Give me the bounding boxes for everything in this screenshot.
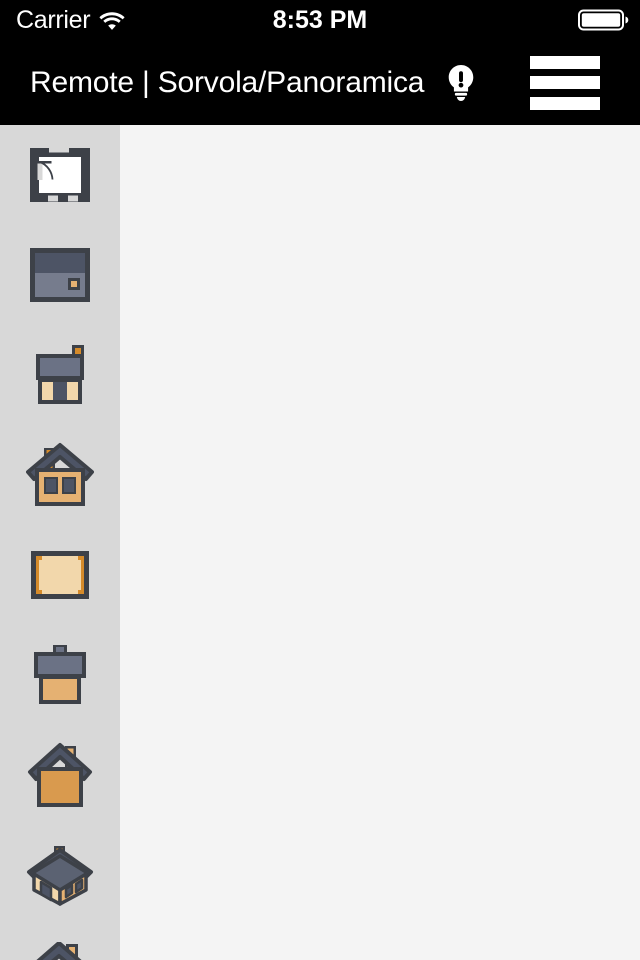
main-content-panel[interactable] (120, 125, 640, 960)
sidebar-item-flat-roof-building[interactable] (0, 625, 120, 725)
sidebar-item-house-pitched-roof[interactable] (0, 425, 120, 525)
floor-plan-icon (30, 146, 90, 202)
hamburger-menu-icon[interactable] (530, 55, 600, 110)
sidebar-item-list (0, 125, 120, 960)
building-top-view-icon (30, 248, 90, 302)
battery-full-icon (578, 8, 630, 32)
tall-house-icon (28, 743, 92, 807)
light-bulb-exclamation-icon[interactable] (437, 57, 485, 109)
status-bar-right (578, 8, 630, 32)
sidebar-item-floor-plan[interactable] (0, 125, 120, 225)
hamburger-bar-1 (530, 55, 600, 69)
page-title: Remote | Sorvola/Panoramica (30, 65, 425, 99)
nav-bar: Remote | Sorvola/Panoramica (0, 40, 640, 125)
icon-sidebar[interactable] (0, 125, 120, 960)
status-bar-time: 8:53 PM (272, 5, 368, 34)
hamburger-bar-2 (530, 76, 600, 89)
status-bar: Carrier 8:53 PM (0, 0, 640, 40)
house-roof-partial-icon (36, 942, 82, 960)
sidebar-item-house-front-chimney[interactable] (0, 325, 120, 425)
flat-roof-building-icon (34, 645, 86, 704)
sidebar-item-roof-top-view[interactable] (0, 225, 120, 325)
terrain-plot-icon (31, 551, 89, 599)
hamburger-bar-3 (530, 96, 600, 110)
sidebar-item-tall-house[interactable] (0, 725, 120, 825)
isometric-house-icon (27, 846, 93, 906)
content-area (0, 125, 640, 960)
sidebar-item-house-partial[interactable] (0, 925, 120, 960)
house-front-chimney-icon (36, 345, 84, 404)
app-root: Carrier 8:53 PM Remote | Sorvola/Panoram… (0, 0, 640, 960)
sidebar-item-isometric-house[interactable] (0, 825, 120, 925)
sidebar-item-terrain-plot[interactable] (0, 525, 120, 625)
house-pitched-roof-icon (26, 443, 94, 506)
